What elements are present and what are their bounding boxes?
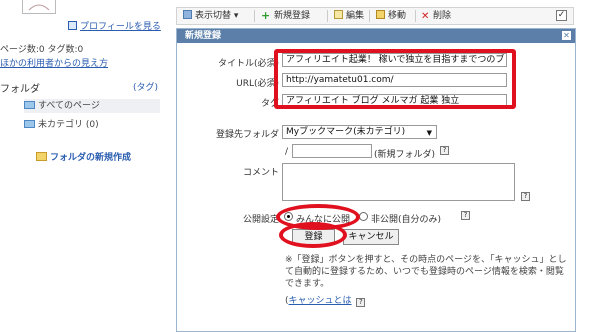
cancel-button[interactable]: キャンセル	[343, 229, 399, 245]
visibility-private-radio[interactable]	[359, 212, 368, 221]
comment-textarea[interactable]	[282, 163, 515, 201]
folder-icon	[24, 120, 35, 128]
help-icon[interactable]: ?	[521, 192, 530, 201]
select-all-checkbox[interactable]: ✓	[556, 10, 567, 21]
cache-help-link[interactable]: キャッシュとは	[289, 296, 352, 306]
toolbar: 表示切替 ▾ + 新規登録 編集 移動 ✕ 削除 ✓	[176, 7, 574, 25]
help-icon[interactable]: ?	[461, 211, 470, 220]
delete-x-icon: ✕	[421, 11, 430, 22]
avatar	[22, 0, 56, 14]
folder-item-uncategorized[interactable]: 未カテゴリ (0)	[24, 118, 160, 132]
tag-label: タグ	[260, 99, 279, 109]
folder-icon	[24, 101, 35, 109]
url-label: URL(必須)	[236, 79, 279, 89]
delete-button[interactable]: ✕ 削除	[421, 9, 451, 24]
toolbar-divider	[327, 10, 328, 22]
move-button[interactable]: 移動	[376, 9, 406, 24]
tag-toggle-link[interactable]: (タグ)	[133, 80, 158, 93]
title-label: タイトル(必須)	[217, 59, 279, 69]
new-register-button[interactable]: + 新規登録	[261, 9, 310, 24]
toolbar-divider	[254, 10, 255, 22]
avatar-figure-icon	[28, 4, 50, 11]
new-folder-icon	[36, 152, 47, 161]
cache-note: ※「登録」ボタンを押すと、その時点のページを、「キャッシュ」として自動的に登録す…	[285, 255, 567, 289]
edit-button[interactable]: 編集	[334, 9, 364, 24]
plus-icon: +	[261, 9, 271, 22]
help-icon[interactable]: ?	[440, 146, 449, 155]
folder-item-all[interactable]: すべてのページ	[24, 99, 160, 113]
move-folder-icon	[376, 10, 385, 19]
visibility-public-label[interactable]: みんなに公開	[296, 212, 350, 225]
display-switch-button[interactable]: 表示切替 ▾	[183, 9, 238, 24]
sidebar: プロフィールを見る ページ数:0 タグ数:0 ほかの利用者からの見え方 フォルダ…	[0, 0, 176, 332]
folder-heading: フォルダ (タグ)	[0, 80, 158, 95]
page-tag-count: ページ数:0 タグ数:0	[0, 45, 84, 55]
profile-link[interactable]: プロフィールを見る	[68, 19, 161, 32]
other-user-view-link[interactable]: ほかの利用者からの見え方	[0, 56, 108, 69]
new-folder-link[interactable]: フォルダの新規作成	[36, 150, 131, 163]
dialog-title-bar: 新規登録 ✕	[177, 29, 575, 43]
new-folder-slash: /	[285, 147, 289, 157]
cache-help: (キャッシュとは ?	[285, 293, 366, 307]
list-view-icon	[183, 10, 192, 19]
title-input[interactable]: アフィリエイト起業！ 稼いで独立を目指すまでつのブ	[282, 53, 507, 67]
visibility-public-radio[interactable]	[284, 212, 293, 221]
comment-label: コメント	[242, 168, 279, 178]
url-input[interactable]: http://yamatetu01.com/	[282, 73, 507, 87]
folder-select[interactable]: Myブックマーク(未カテゴリ) ▼	[282, 125, 437, 139]
folder-label: 登録先フォルダ	[215, 130, 279, 140]
close-icon[interactable]: ✕	[562, 31, 571, 40]
new-folder-input[interactable]	[292, 144, 372, 158]
register-button[interactable]: 登録	[292, 229, 335, 245]
visibility-label: 公開設定	[242, 215, 279, 225]
chevron-down-icon: ▼	[426, 129, 432, 137]
profile-icon	[68, 21, 77, 30]
new-register-dialog: 新規登録 ✕ タイトル(必須) アフィリエイト起業！ 稼いで独立を目指すまでつの…	[176, 28, 576, 332]
visibility-private-label[interactable]: 非公開(自分のみ)	[371, 212, 441, 225]
help-icon[interactable]: ?	[356, 298, 366, 307]
edit-icon	[334, 10, 343, 19]
tag-input[interactable]: アフィリエイト ブログ メルマガ 起業 独立	[282, 94, 507, 108]
new-folder-hint: (新規フォルダ)	[374, 150, 436, 160]
toolbar-divider	[369, 10, 370, 22]
toolbar-divider	[415, 10, 416, 22]
